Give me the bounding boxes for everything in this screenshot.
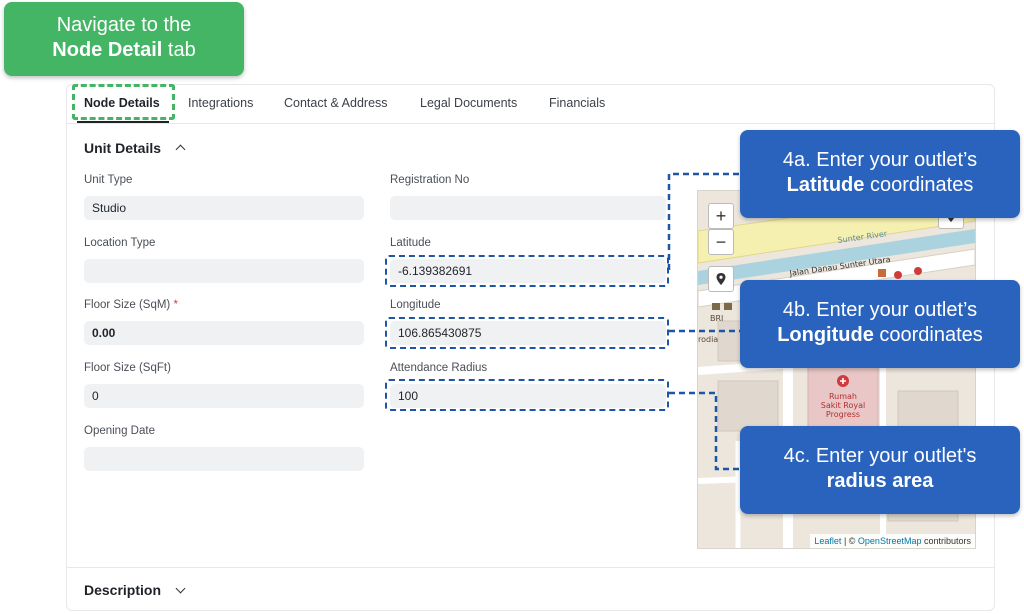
radius-callout: 4c. Enter your outlet's radius area	[740, 426, 1020, 514]
navigate-callout: Navigate to the Node Detail tab	[4, 2, 244, 76]
latitude-callout: 4a. Enter your outlet’s Latitude coordin…	[740, 130, 1020, 218]
longitude-callout: 4b. Enter your outlet’s Longitude coordi…	[740, 280, 1020, 368]
